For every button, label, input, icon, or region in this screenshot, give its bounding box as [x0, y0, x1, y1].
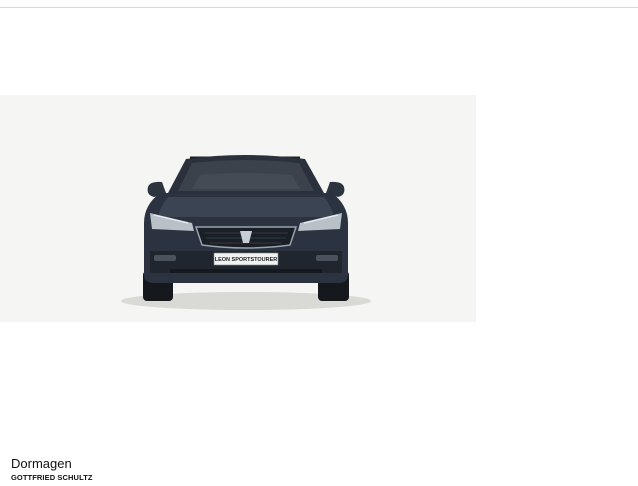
car-front-illustration: LEON SPORTSTOURER — [121, 155, 371, 310]
dealer-city: Dormagen — [11, 456, 72, 471]
lower-intake — [170, 269, 322, 273]
license-plate-text: LEON SPORTSTOURER — [215, 257, 278, 263]
header-divider — [0, 7, 638, 8]
dealer-info: Dormagen GOTTFRIED SCHULTZ — [11, 456, 211, 483]
dealer-brand: GOTTFRIED SCHULTZ — [11, 473, 93, 482]
vehicle-image[interactable]: LEON SPORTSTOURER — [0, 95, 476, 322]
windshield-reflection — [192, 173, 300, 189]
right-fog-light — [316, 255, 338, 261]
left-fog-light — [154, 255, 176, 261]
page: LEON SPORTSTOURER Dormagen GOTTFRIED SCH… — [0, 0, 638, 486]
hood — [158, 197, 334, 217]
